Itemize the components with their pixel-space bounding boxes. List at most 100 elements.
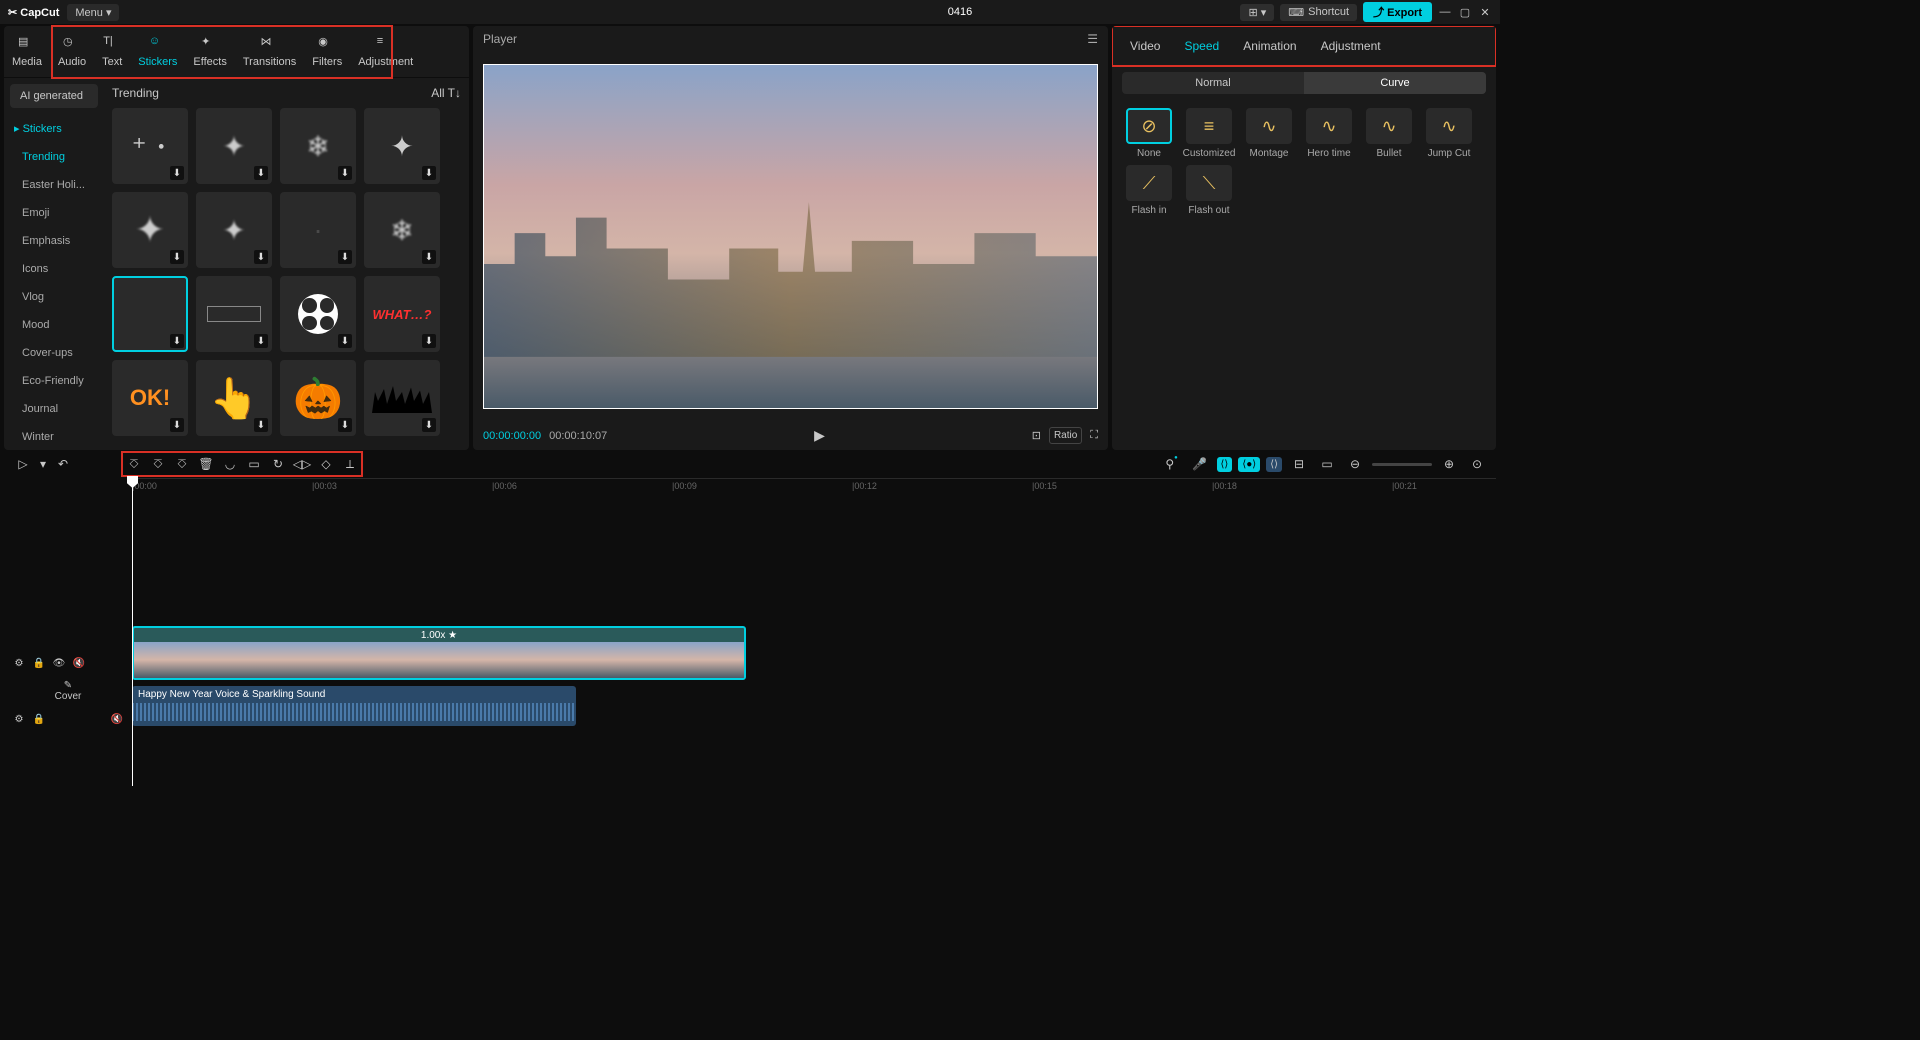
preview-quality-icon[interactable]: ⊡ xyxy=(1032,429,1041,442)
reverse-tool[interactable]: ↻ xyxy=(267,453,289,475)
props-tab-adjustment[interactable]: Adjustment xyxy=(1311,33,1391,59)
sticker-asset-14[interactable]: 🎃⬇ xyxy=(280,360,356,436)
pointer-dropdown[interactable]: ▾ xyxy=(38,453,48,475)
category-emphasis[interactable]: Emphasis xyxy=(4,227,104,255)
mirror-tool[interactable]: ◁▷ xyxy=(291,453,313,475)
marker-tool[interactable]: ◡ xyxy=(219,453,241,475)
zoom-in-icon[interactable]: ⊕ xyxy=(1438,453,1460,475)
magnet-icon[interactable]: ⚲● xyxy=(1161,453,1183,475)
props-tab-animation[interactable]: Animation xyxy=(1233,33,1306,59)
curve-bullet[interactable]: ∿Bullet xyxy=(1362,108,1416,159)
download-icon[interactable]: ⬇ xyxy=(422,166,436,180)
category-journal[interactable]: Journal xyxy=(4,395,104,423)
category-icons[interactable]: Icons xyxy=(4,255,104,283)
track-visible-icon[interactable]: 👁 xyxy=(52,656,66,670)
crop-tool[interactable]: ⟂ xyxy=(339,453,361,475)
zoom-fit-icon[interactable]: ⊙ xyxy=(1466,453,1488,475)
export-button[interactable]: ⤴ Export xyxy=(1363,2,1432,22)
download-icon[interactable]: ⬇ xyxy=(422,334,436,348)
split-tool[interactable]: ⎏ xyxy=(123,453,145,475)
zoom-slider[interactable] xyxy=(1372,463,1432,466)
category-vlog[interactable]: Vlog xyxy=(4,283,104,311)
curve-montage[interactable]: ∿Montage xyxy=(1242,108,1296,159)
speed-mode-normal[interactable]: Normal xyxy=(1122,72,1304,94)
rotate-tool[interactable]: ◇ xyxy=(315,453,337,475)
sticker-asset-9[interactable]: ⬇ xyxy=(196,276,272,352)
timeline-ruler[interactable]: |00:00|00:03|00:06|00:09|00:12|00:15|00:… xyxy=(132,478,1496,496)
download-icon[interactable]: ⬇ xyxy=(338,418,352,432)
category-stickers[interactable]: ▸ Stickers xyxy=(4,114,104,143)
download-icon[interactable]: ⬇ xyxy=(170,250,184,264)
sticker-asset-2[interactable]: ❄⬇ xyxy=(280,108,356,184)
undo-button[interactable]: ↶ xyxy=(52,453,74,475)
track-lock-icon[interactable]: 🔒 xyxy=(32,656,46,670)
tool-tab-media[interactable]: ▤Media xyxy=(4,26,50,77)
split-right-tool[interactable]: ⎏ xyxy=(171,453,193,475)
category-winter[interactable]: Winter xyxy=(4,423,104,450)
category-trending[interactable]: Trending xyxy=(4,143,104,171)
download-icon[interactable]: ⬇ xyxy=(338,250,352,264)
cover-button[interactable]: ✎ Cover xyxy=(12,680,124,702)
split-left-tool[interactable]: ⎏ xyxy=(147,453,169,475)
download-icon[interactable]: ⬇ xyxy=(422,418,436,432)
download-icon[interactable]: ⬇ xyxy=(170,334,184,348)
speed-mode-curve[interactable]: Curve xyxy=(1304,72,1486,94)
props-tab-video[interactable]: Video xyxy=(1120,33,1170,59)
track-mute-icon[interactable]: 🔇 xyxy=(72,656,86,670)
player-canvas[interactable] xyxy=(483,64,1098,410)
curve-hero-time[interactable]: ∿Hero time xyxy=(1302,108,1356,159)
category-emoji[interactable]: Emoji xyxy=(4,199,104,227)
ratio-button[interactable]: Ratio xyxy=(1049,427,1082,444)
assets-filter[interactable]: All T↓ xyxy=(431,86,461,100)
download-icon[interactable]: ⬇ xyxy=(170,166,184,180)
sticker-asset-15[interactable]: ⬇ xyxy=(364,360,440,436)
sticker-asset-1[interactable]: ✦⬇ xyxy=(196,108,272,184)
sticker-asset-4[interactable]: ✦⬇ xyxy=(112,192,188,268)
sticker-asset-6[interactable]: ·⬇ xyxy=(280,192,356,268)
sticker-asset-3[interactable]: ✦⬇ xyxy=(364,108,440,184)
audio-lock-icon[interactable]: 🔒 xyxy=(32,712,46,726)
align-icon[interactable]: ⊟ xyxy=(1288,453,1310,475)
download-icon[interactable]: ⬇ xyxy=(338,334,352,348)
maximize-button[interactable]: ▢ xyxy=(1458,5,1472,19)
fullscreen-icon[interactable]: ⛶ xyxy=(1090,429,1098,442)
player-menu-icon[interactable]: ☰ xyxy=(1087,32,1098,46)
category-easterholi[interactable]: Easter Holi... xyxy=(4,171,104,199)
category-ecofriendly[interactable]: Eco-Friendly xyxy=(4,367,104,395)
link-toggle[interactable]: ⟨●⟩ xyxy=(1238,457,1260,472)
timeline-tracks[interactable]: 1.00x ★ Happy New Year Voice & Sparkling… xyxy=(132,496,1496,786)
props-tab-speed[interactable]: Speed xyxy=(1174,33,1229,59)
delete-tool[interactable]: 🗑 xyxy=(195,453,217,475)
sticker-asset-5[interactable]: ✦⬇ xyxy=(196,192,272,268)
download-icon[interactable]: ⬇ xyxy=(422,250,436,264)
shortcut-button[interactable]: ⌨ Shortcut xyxy=(1280,4,1357,21)
download-icon[interactable]: ⬇ xyxy=(254,418,268,432)
curve-flash-in[interactable]: ⟋Flash in xyxy=(1122,165,1176,216)
download-icon[interactable]: ⬇ xyxy=(254,166,268,180)
audio-clip[interactable]: Happy New Year Voice & Sparkling Sound xyxy=(132,686,576,726)
track-settings-icon[interactable]: ⚙ xyxy=(12,656,26,670)
mic-icon[interactable]: 🎤 xyxy=(1189,453,1211,475)
audio-settings-icon[interactable]: ⚙ xyxy=(12,712,26,726)
zoom-out-icon[interactable]: ⊖ xyxy=(1344,453,1366,475)
track-icon[interactable]: ▭ xyxy=(1316,453,1338,475)
download-icon[interactable]: ⬇ xyxy=(170,418,184,432)
sticker-asset-11[interactable]: WHAT…?⬇ xyxy=(364,276,440,352)
freeze-tool[interactable]: ▭ xyxy=(243,453,265,475)
playhead[interactable] xyxy=(132,478,133,786)
close-button[interactable]: ✕ xyxy=(1478,5,1492,19)
download-icon[interactable]: ⬇ xyxy=(338,166,352,180)
curve-customized[interactable]: ≡Customized xyxy=(1182,108,1236,159)
snap-toggle[interactable]: ⟨⟩ xyxy=(1217,457,1233,472)
sticker-asset-10[interactable]: ⬇ xyxy=(280,276,356,352)
video-clip[interactable]: 1.00x ★ xyxy=(132,626,746,680)
sticker-asset-0[interactable]: ⁺ ･⬇ xyxy=(112,108,188,184)
preview-toggle[interactable]: ⟨⟩ xyxy=(1266,457,1282,472)
layout-button[interactable]: ⊞ ▾ xyxy=(1240,4,1274,21)
curve-jump-cut[interactable]: ∿Jump Cut xyxy=(1422,108,1476,159)
minimize-button[interactable]: — xyxy=(1438,5,1452,19)
menu-button[interactable]: Menu ▾ xyxy=(67,4,119,21)
download-icon[interactable]: ⬇ xyxy=(254,250,268,264)
category-coverups[interactable]: Cover-ups xyxy=(4,339,104,367)
sticker-asset-12[interactable]: OK!⬇ xyxy=(112,360,188,436)
